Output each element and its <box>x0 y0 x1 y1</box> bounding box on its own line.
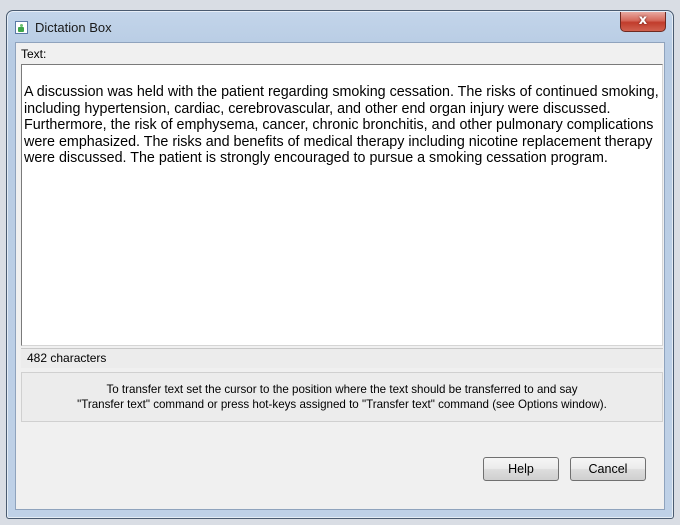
cancel-button[interactable]: Cancel <box>570 457 646 481</box>
dictation-text-area[interactable]: A discussion was held with the patient r… <box>21 64 663 346</box>
dialog-body: Text: A discussion was held with the pat… <box>15 42 665 510</box>
character-count: 482 characters <box>21 348 663 368</box>
dictation-box-window: Dictation Box x Text: A discussion was h… <box>6 10 674 519</box>
close-button[interactable]: x <box>620 12 666 32</box>
close-icon: x <box>638 13 648 28</box>
help-button[interactable]: Help <box>483 457 559 481</box>
dictation-app-icon <box>15 21 28 34</box>
title-bar[interactable]: Dictation Box x <box>7 11 673 43</box>
transfer-hint-line-1: To transfer text set the cursor to the p… <box>106 383 578 396</box>
window-title: Dictation Box <box>35 20 112 35</box>
text-label: Text: <box>21 47 47 61</box>
transfer-hint-line-2: "Transfer text" command or press hot-key… <box>77 398 607 411</box>
transfer-hint: To transfer text set the cursor to the p… <box>21 372 663 422</box>
